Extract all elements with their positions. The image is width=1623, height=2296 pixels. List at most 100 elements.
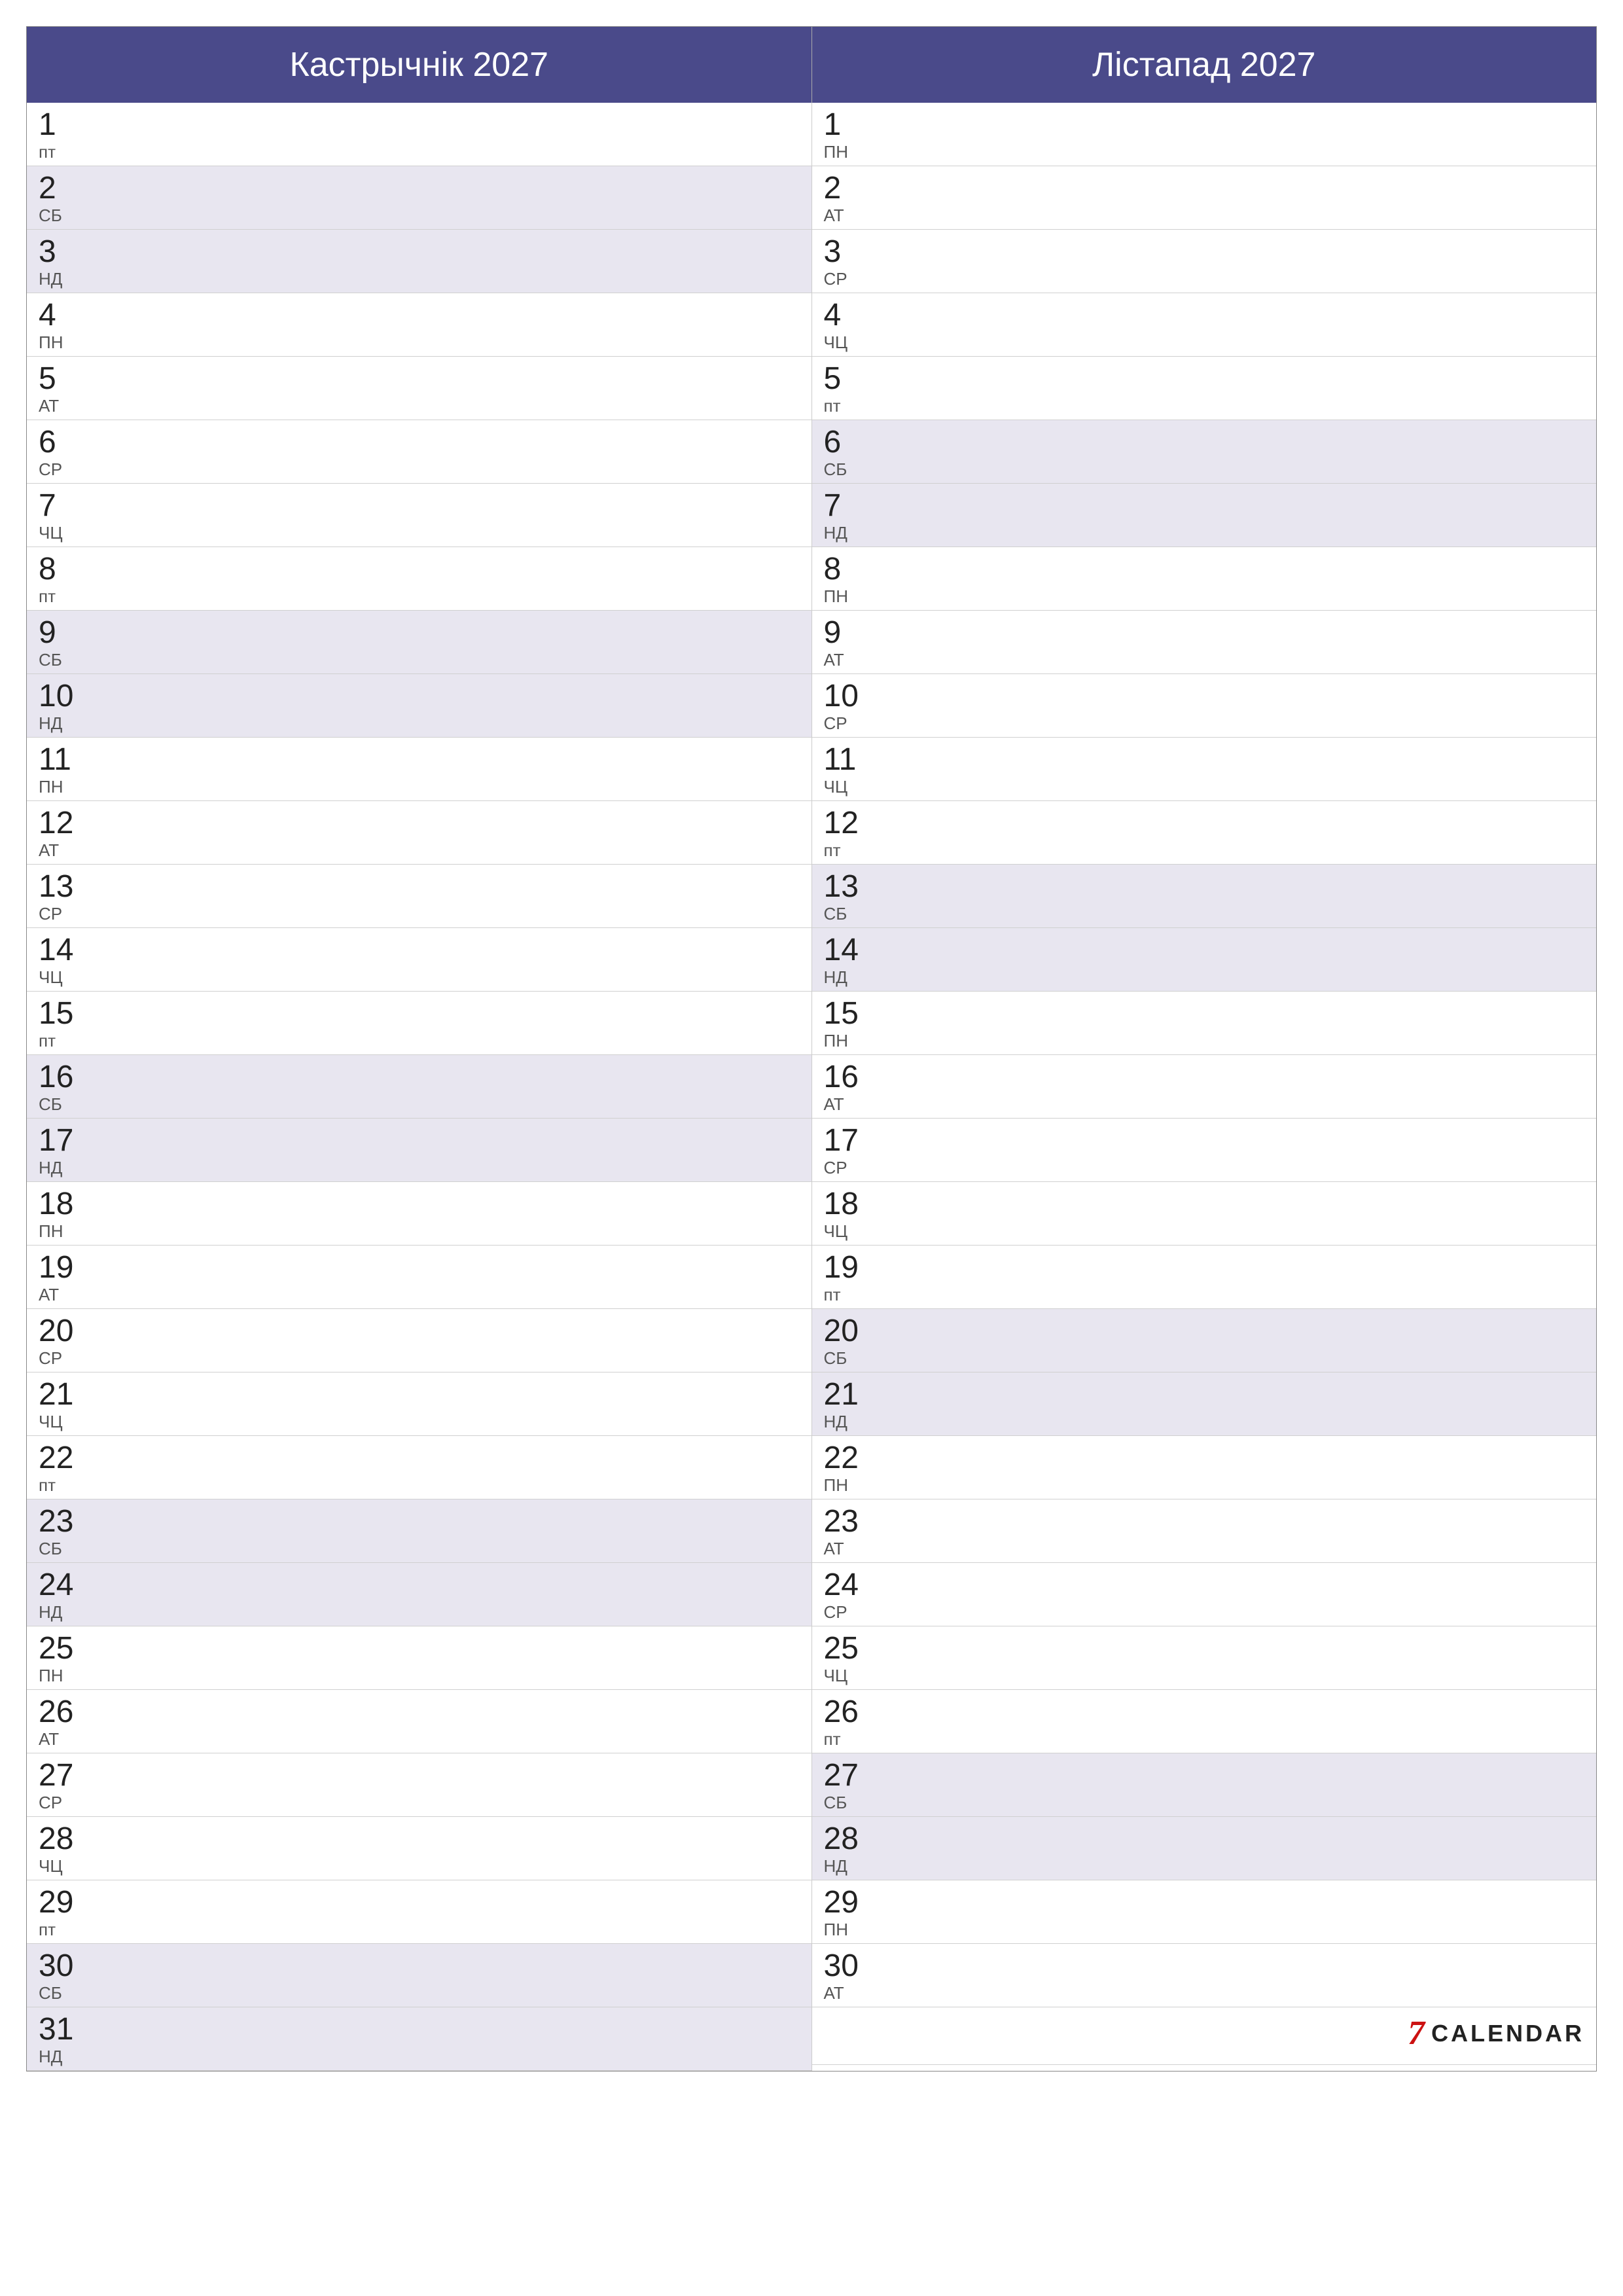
day-number: 16 bbox=[824, 1062, 870, 1093]
november-day-18: 18 ЧЦ bbox=[812, 1182, 1597, 1246]
october-day-31: 31 НД bbox=[27, 2007, 812, 2071]
day-name: СР bbox=[39, 461, 84, 478]
october-day-23: 23 СБ bbox=[27, 1499, 812, 1563]
november-day-19: 19 пт bbox=[812, 1246, 1597, 1309]
day-number: 4 bbox=[824, 300, 870, 331]
day-number: 12 bbox=[39, 808, 84, 839]
day-info: 11 ЧЦ bbox=[824, 744, 870, 795]
day-name: пт bbox=[39, 143, 84, 160]
november-day-20: 20 СБ bbox=[812, 1309, 1597, 1372]
day-name: пт bbox=[39, 1032, 84, 1049]
day-name: ЧЦ bbox=[824, 334, 870, 351]
brand-text: CALENDAR bbox=[1431, 2020, 1584, 2047]
day-name: АТ bbox=[824, 207, 870, 224]
october-day-10: 10 НД bbox=[27, 674, 812, 738]
day-info: 3 НД bbox=[39, 236, 84, 287]
november-col: 1 ПН 2 АТ 3 СР 4 ЧЦ 5 пт 6 СБ 7 НД bbox=[812, 103, 1597, 2071]
day-info: 30 АТ bbox=[824, 1950, 870, 2001]
november-day-17: 17 СР bbox=[812, 1119, 1597, 1182]
november-day-13: 13 СБ bbox=[812, 865, 1597, 928]
day-name: СР bbox=[824, 1159, 870, 1176]
october-day-9: 9 СБ bbox=[27, 611, 812, 674]
day-number: 28 bbox=[39, 1823, 84, 1855]
day-number: 21 bbox=[824, 1379, 870, 1410]
day-number: 4 bbox=[39, 300, 84, 331]
october-day-14: 14 ЧЦ bbox=[27, 928, 812, 992]
day-number: 24 bbox=[824, 1570, 870, 1601]
day-number: 8 bbox=[39, 554, 84, 585]
day-name: АТ bbox=[39, 1731, 84, 1748]
day-number: 15 bbox=[39, 998, 84, 1030]
november-day-22: 22 ПН bbox=[812, 1436, 1597, 1499]
day-info: 24 НД bbox=[39, 1570, 84, 1621]
october-day-28: 28 ЧЦ bbox=[27, 1817, 812, 1880]
october-day-21: 21 ЧЦ bbox=[27, 1372, 812, 1436]
day-number: 8 bbox=[824, 554, 870, 585]
day-number: 10 bbox=[824, 681, 870, 712]
november-day-25: 25 ЧЦ bbox=[812, 1626, 1597, 1690]
day-name: СР bbox=[824, 270, 870, 287]
day-number: 5 bbox=[824, 363, 870, 395]
october-day-16: 16 СБ bbox=[27, 1055, 812, 1119]
day-info: 13 СР bbox=[39, 871, 84, 922]
day-name: АТ bbox=[39, 397, 84, 414]
day-number: 19 bbox=[824, 1252, 870, 1283]
october-day-18: 18 ПН bbox=[27, 1182, 812, 1246]
day-info: 26 пт bbox=[824, 1696, 870, 1748]
day-number: 25 bbox=[39, 1633, 84, 1664]
day-name: СБ bbox=[39, 1096, 84, 1113]
october-day-30: 30 СБ bbox=[27, 1944, 812, 2007]
day-name: НД bbox=[824, 969, 870, 986]
day-name: ПН bbox=[39, 1223, 84, 1240]
day-name: АТ bbox=[39, 842, 84, 859]
day-info: 12 пт bbox=[824, 808, 870, 859]
day-info: 9 СБ bbox=[39, 617, 84, 668]
day-info: 28 НД bbox=[824, 1823, 870, 1874]
day-info: 28 ЧЦ bbox=[39, 1823, 84, 1874]
brand: 7 CALENDAR bbox=[1408, 2014, 1584, 2053]
day-number: 31 bbox=[39, 2014, 84, 2045]
november-day-16: 16 АТ bbox=[812, 1055, 1597, 1119]
day-number: 27 bbox=[824, 1760, 870, 1791]
day-info: 4 ПН bbox=[39, 300, 84, 351]
day-info: 6 СБ bbox=[824, 427, 870, 478]
day-info: 8 пт bbox=[39, 554, 84, 605]
day-info: 11 ПН bbox=[39, 744, 84, 795]
day-number: 2 bbox=[824, 173, 870, 204]
day-info: 17 СР bbox=[824, 1125, 870, 1176]
day-number: 11 bbox=[824, 744, 870, 776]
day-number: 24 bbox=[39, 1570, 84, 1601]
november-day-28: 28 НД bbox=[812, 1817, 1597, 1880]
month1-header: Кастрычнік 2027 bbox=[27, 27, 812, 103]
day-info: 17 НД bbox=[39, 1125, 84, 1176]
day-name: пт bbox=[824, 397, 870, 414]
day-name: ЧЦ bbox=[39, 1413, 84, 1430]
day-name: НД bbox=[39, 270, 84, 287]
day-info: 9 АТ bbox=[824, 617, 870, 668]
day-number: 26 bbox=[39, 1696, 84, 1728]
day-name: пт bbox=[39, 1477, 84, 1494]
day-name: ЧЦ bbox=[39, 524, 84, 541]
header-row: Кастрычнік 2027 Лістапад 2027 bbox=[27, 27, 1596, 103]
november-day-7: 7 НД bbox=[812, 484, 1597, 547]
day-name: пт bbox=[824, 1286, 870, 1303]
day-name: СБ bbox=[824, 461, 870, 478]
day-name: НД bbox=[824, 1857, 870, 1874]
day-info: 20 СР bbox=[39, 1316, 84, 1367]
day-name: ЧЦ bbox=[39, 969, 84, 986]
day-info: 10 СР bbox=[824, 681, 870, 732]
day-info: 6 СР bbox=[39, 427, 84, 478]
day-number: 30 bbox=[824, 1950, 870, 1982]
day-name: ЧЦ bbox=[39, 1857, 84, 1874]
day-info: 14 ЧЦ bbox=[39, 935, 84, 986]
day-info: 15 ПН bbox=[824, 998, 870, 1049]
october-day-25: 25 ПН bbox=[27, 1626, 812, 1690]
november-day-26: 26 пт bbox=[812, 1690, 1597, 1753]
october-day-26: 26 АТ bbox=[27, 1690, 812, 1753]
day-info: 15 пт bbox=[39, 998, 84, 1049]
day-number: 16 bbox=[39, 1062, 84, 1093]
november-day-10: 10 СР bbox=[812, 674, 1597, 738]
day-number: 19 bbox=[39, 1252, 84, 1283]
day-number: 10 bbox=[39, 681, 84, 712]
october-day-24: 24 НД bbox=[27, 1563, 812, 1626]
